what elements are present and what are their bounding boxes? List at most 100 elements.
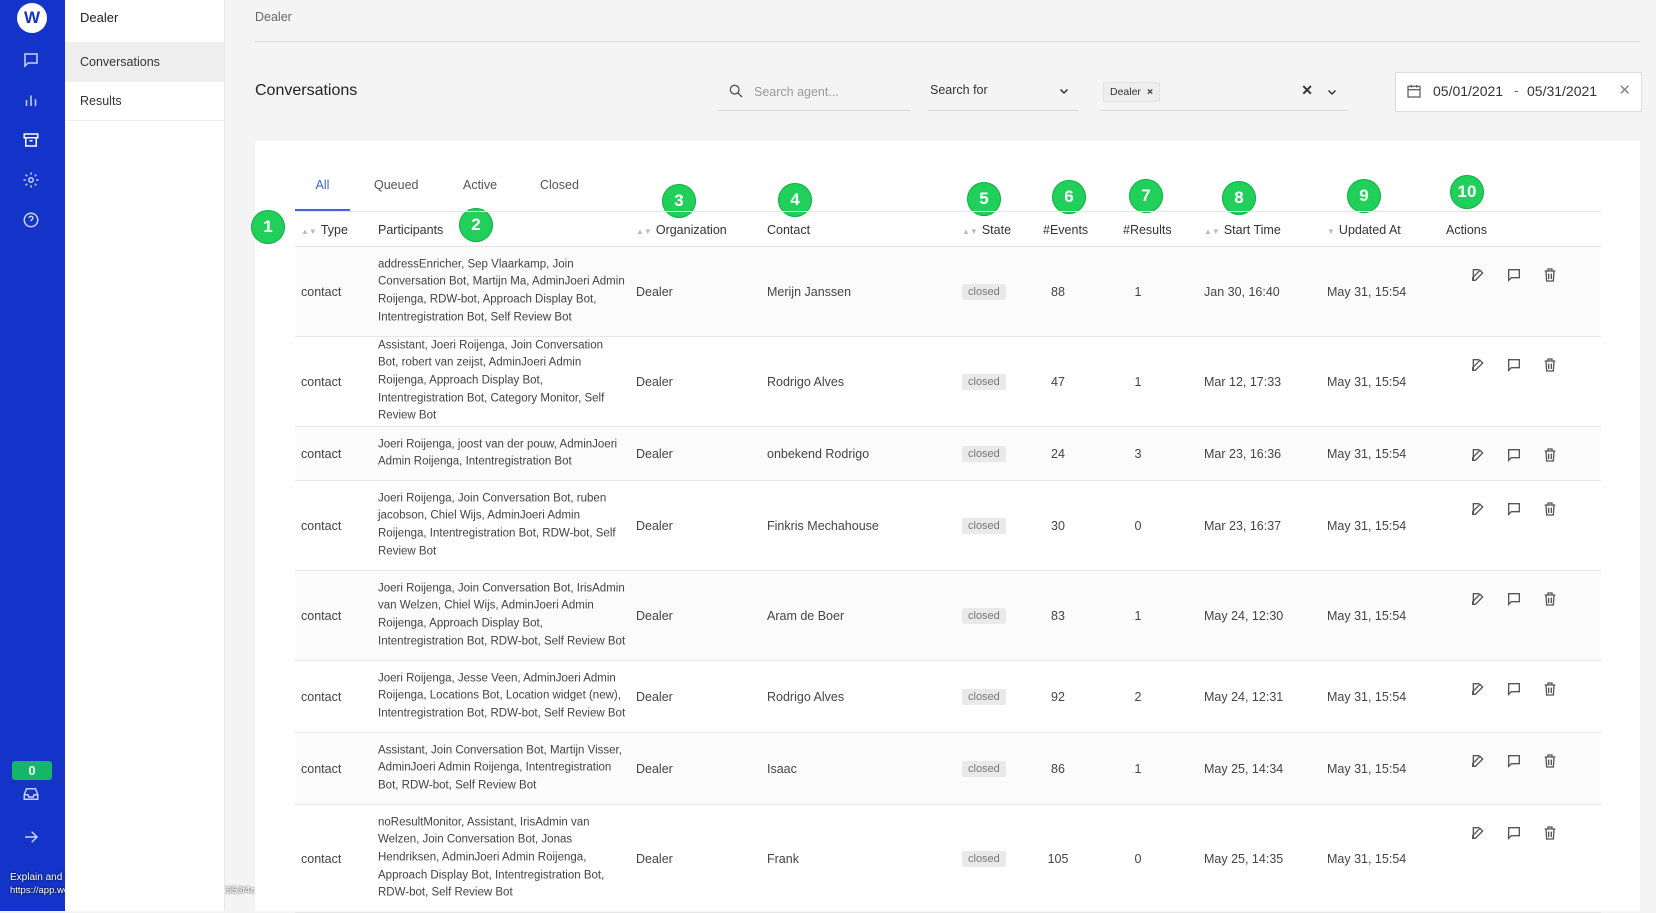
status-badge: closed xyxy=(962,688,1006,705)
table-row[interactable]: contact Assistant, Join Conversation Bot,… xyxy=(295,733,1601,805)
status-badge: closed xyxy=(962,760,1006,777)
col-type[interactable]: ▲▼ Type xyxy=(301,223,348,237)
chevron-down-icon[interactable] xyxy=(1326,86,1338,98)
col-start-time[interactable]: ▲▼ Start Time xyxy=(1204,223,1281,237)
inbox-icon[interactable] xyxy=(22,785,42,805)
table-row[interactable]: contact Joeri Roijenga, Join Conversation… xyxy=(295,481,1601,571)
cell-contact: Frank xyxy=(767,851,799,866)
clear-icon[interactable]: ✕ xyxy=(1301,82,1313,99)
sidebar-item-conversations[interactable]: Conversations xyxy=(65,43,224,82)
cell-results: 0 xyxy=(1134,518,1142,533)
cell-events: 105 xyxy=(1047,851,1069,866)
chat-icon[interactable] xyxy=(1506,267,1522,283)
marker-8: 8 xyxy=(1222,181,1256,215)
chat-icon[interactable] xyxy=(1506,591,1522,607)
cell-events: 83 xyxy=(1051,608,1065,623)
cell-results: 0 xyxy=(1134,851,1142,866)
trash-icon[interactable] xyxy=(1542,447,1558,463)
trash-icon[interactable] xyxy=(1542,753,1558,769)
table-row[interactable]: contact addressEnricher, Sep Vlaarkamp, J… xyxy=(295,247,1601,337)
table-row[interactable]: contact Assistant, Joeri Roijenga, Join C… xyxy=(295,337,1601,427)
cell-updated-at: May 31, 15:54 xyxy=(1327,446,1407,461)
cell-participants: Assistant, Join Conversation Bot, Martij… xyxy=(378,743,622,792)
trash-icon[interactable] xyxy=(1542,501,1558,517)
cell-type: contact xyxy=(301,518,342,533)
table-row[interactable]: contact noResultMonitor, Assistant, IrisA… xyxy=(295,805,1601,913)
chat-icon[interactable] xyxy=(1506,753,1522,769)
marker-1: 1 xyxy=(251,210,285,244)
tab-closed[interactable]: Closed xyxy=(540,174,579,209)
cell-start-time: Mar 12, 17:33 xyxy=(1204,374,1282,389)
cell-participants: Joeri Roijenga, Join Conversation Bot, r… xyxy=(378,492,616,558)
chat-icon[interactable] xyxy=(22,51,42,71)
breadcrumb[interactable]: Dealer xyxy=(255,10,292,24)
search-for-label: Search for xyxy=(930,83,988,97)
chat-icon[interactable] xyxy=(1506,447,1522,463)
cell-participants: Assistant, Joeri Roijenga, Join Conversa… xyxy=(378,339,605,423)
cell-events: 30 xyxy=(1051,518,1065,533)
app-logo[interactable]: W xyxy=(17,3,47,33)
chat-icon[interactable] xyxy=(1506,825,1522,841)
clear-date-icon[interactable]: ✕ xyxy=(1618,81,1631,99)
cell-contact: onbekend Rodrigo xyxy=(767,446,870,461)
chat-icon[interactable] xyxy=(1506,357,1522,373)
page-title: Conversations xyxy=(255,82,358,99)
edit-icon[interactable] xyxy=(1470,501,1486,517)
search-agent-field[interactable] xyxy=(718,75,910,111)
cell-participants: Joeri Roijenga, Join Conversation Bot, I… xyxy=(378,582,626,648)
chat-icon[interactable] xyxy=(1506,501,1522,517)
edit-icon[interactable] xyxy=(1470,267,1486,283)
cell-contact: Rodrigo Alves xyxy=(767,689,845,704)
arrow-right-icon[interactable] xyxy=(22,828,42,848)
edit-icon[interactable] xyxy=(1470,825,1486,841)
row-actions xyxy=(1470,501,1560,519)
help-icon[interactable] xyxy=(22,211,42,231)
cell-events: 24 xyxy=(1051,446,1065,461)
cell-type: contact xyxy=(301,284,342,299)
divider xyxy=(255,41,1640,42)
col-organization[interactable]: ▲▼ Organization xyxy=(636,223,727,237)
table-row[interactable]: contact Joeri Roijenga, joost van der pou… xyxy=(295,427,1601,481)
trash-icon[interactable] xyxy=(1542,681,1558,697)
chevron-down-icon xyxy=(1059,88,1069,95)
search-for-select[interactable]: Search for xyxy=(928,75,1078,111)
date-end-input[interactable]: 05/31/2021 xyxy=(1527,83,1603,99)
inbox-count-badge: 0 xyxy=(12,761,52,780)
cell-type: contact xyxy=(301,608,342,623)
table-row[interactable]: contact Joeri Roijenga, Join Conversation… xyxy=(295,571,1601,661)
col-updated-at[interactable]: ▼ Updated At xyxy=(1327,223,1401,237)
col-state[interactable]: ▲▼ State xyxy=(962,223,1011,237)
table-header: ▲▼ Type Participants ▲▼ Organization Conta… xyxy=(295,211,1601,247)
edit-icon[interactable] xyxy=(1470,357,1486,373)
edit-icon[interactable] xyxy=(1470,681,1486,697)
tab-active[interactable]: Active xyxy=(463,174,497,209)
sidebar-item-results[interactable]: Results xyxy=(65,82,224,121)
organization-select[interactable]: Dealer × ✕ xyxy=(1100,75,1348,111)
edit-icon[interactable] xyxy=(1470,591,1486,607)
trash-icon[interactable] xyxy=(1542,591,1558,607)
trash-icon[interactable] xyxy=(1542,267,1558,283)
table-row[interactable]: contact Joeri Roijenga, Jesse Veen, Admin… xyxy=(295,661,1601,733)
date-start-input[interactable]: 05/01/2021 xyxy=(1433,83,1509,99)
row-actions xyxy=(1470,591,1560,609)
remove-tag-icon[interactable]: × xyxy=(1147,86,1153,98)
cell-results: 1 xyxy=(1134,374,1142,389)
chat-icon[interactable] xyxy=(1506,681,1522,697)
edit-icon[interactable] xyxy=(1470,753,1486,769)
bar-chart-icon[interactable] xyxy=(22,91,42,111)
date-range-picker[interactable]: 05/01/2021 - 05/31/2021 ✕ xyxy=(1395,72,1642,112)
col-contact: Contact xyxy=(767,223,811,237)
search-input[interactable] xyxy=(752,81,906,103)
trash-icon[interactable] xyxy=(1542,825,1558,841)
tab-all[interactable]: All xyxy=(295,174,350,211)
gear-icon[interactable] xyxy=(22,171,42,191)
trash-icon[interactable] xyxy=(1542,357,1558,373)
archive-icon[interactable] xyxy=(22,131,42,151)
cell-participants: Joeri Roijenga, joost van der pouw, Admi… xyxy=(378,437,618,468)
status-badge: closed xyxy=(962,607,1006,624)
search-icon xyxy=(728,83,744,99)
status-badge: closed xyxy=(962,445,1006,462)
edit-icon[interactable] xyxy=(1470,447,1486,463)
sidebar-title: Dealer xyxy=(65,0,224,43)
tab-queued[interactable]: Queued xyxy=(374,174,418,209)
